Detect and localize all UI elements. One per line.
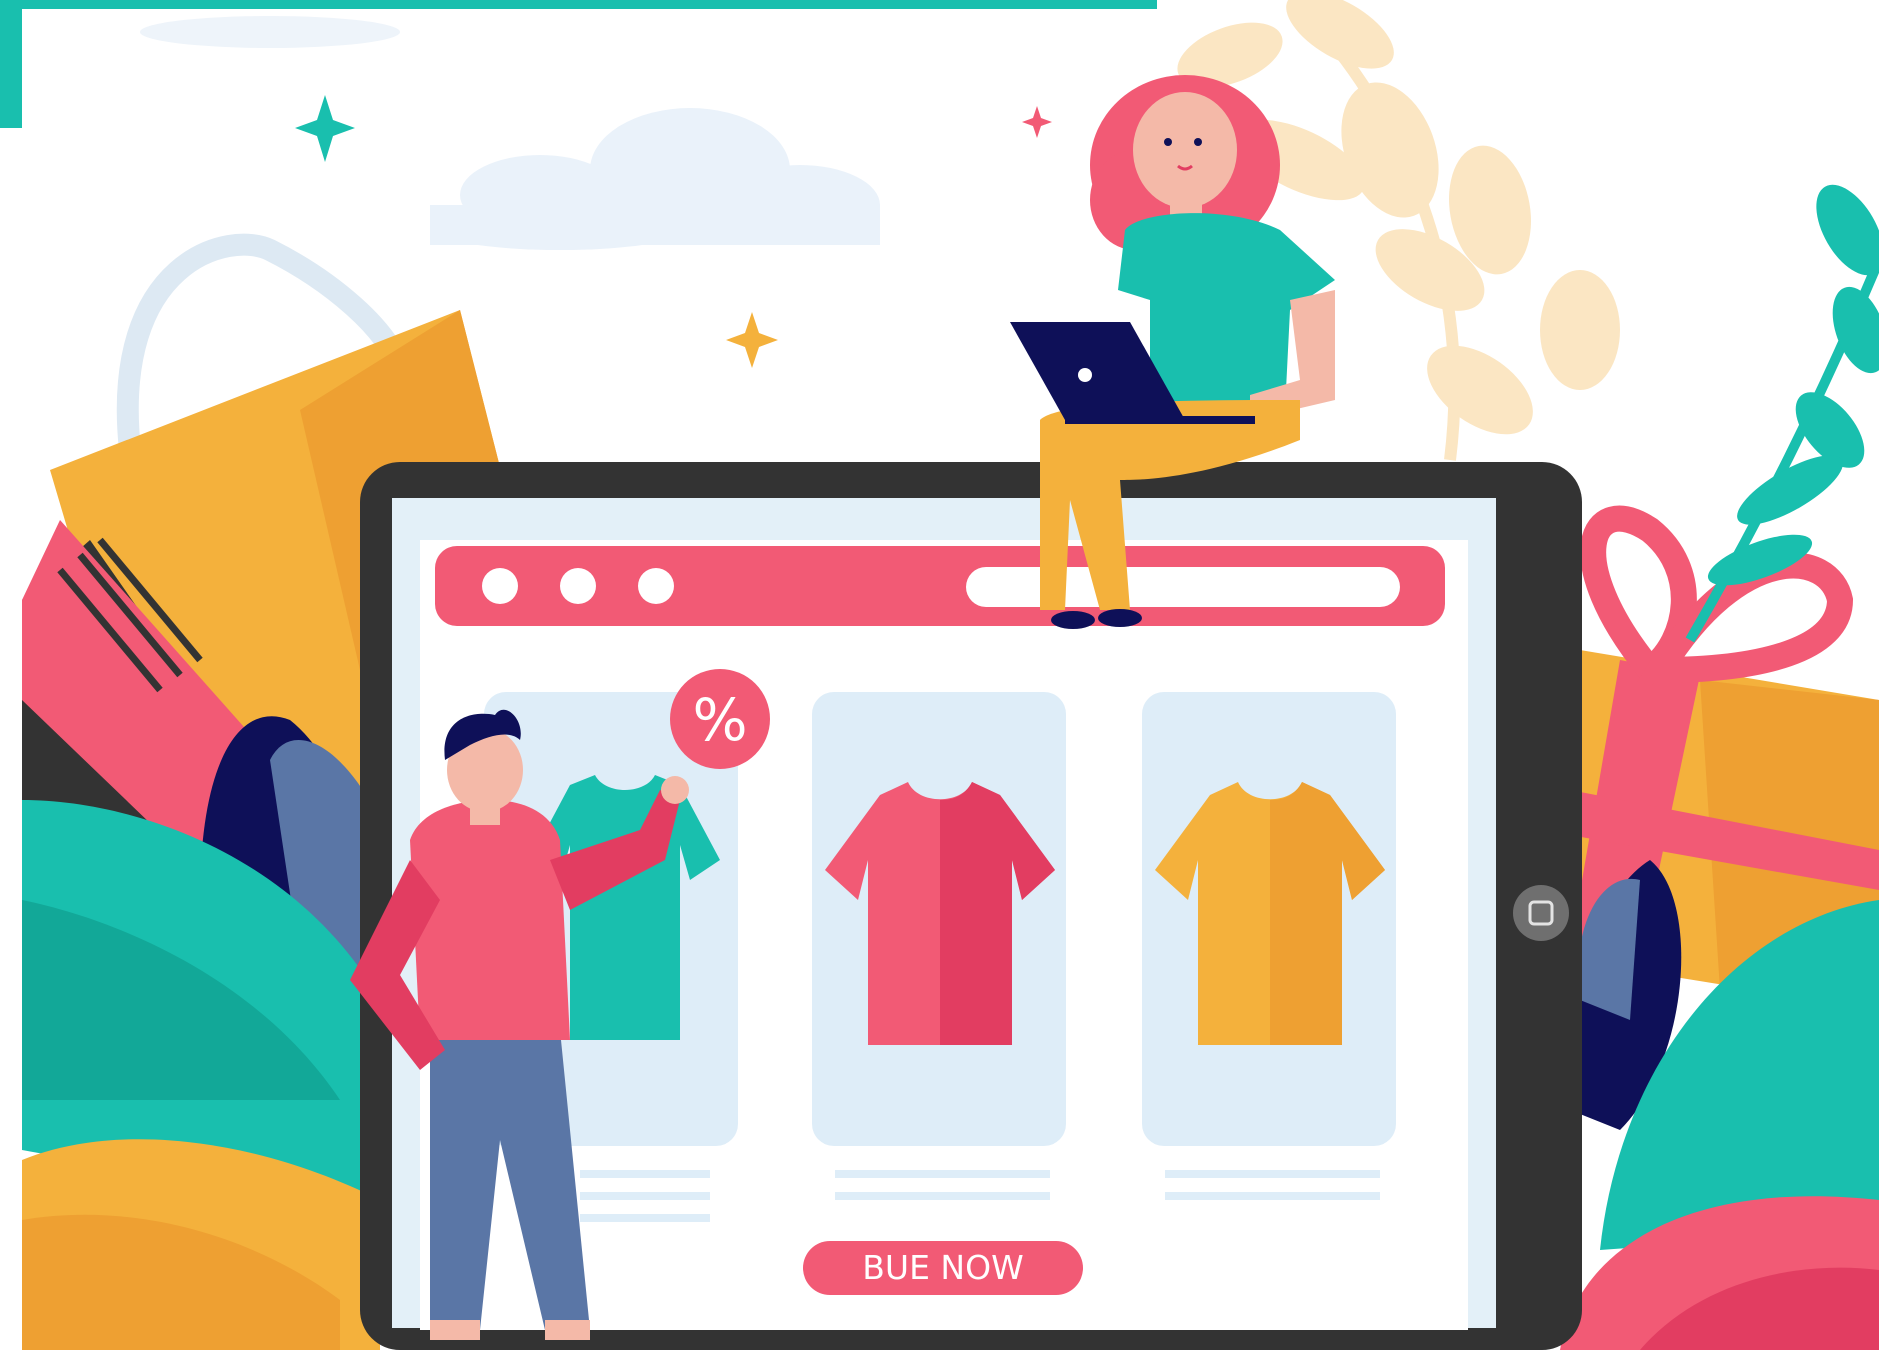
window-dot-3[interactable]	[638, 568, 674, 604]
product-card-2[interactable]	[812, 692, 1066, 1200]
product-card-3[interactable]	[1142, 692, 1396, 1200]
cloud-top	[140, 16, 400, 48]
browser-bar	[435, 546, 1445, 626]
window-dot-1[interactable]	[482, 568, 518, 604]
window-dot-2[interactable]	[560, 568, 596, 604]
home-button[interactable]	[1513, 885, 1569, 941]
shopping-illustration: % BUE NOW	[0, 0, 1879, 1350]
teal-sparkle-icon	[295, 95, 355, 162]
yellow-sparkle-icon	[726, 312, 778, 368]
buy-now-button[interactable]: BUE NOW	[803, 1241, 1083, 1295]
address-bar[interactable]	[966, 567, 1400, 607]
buy-now-label: BUE NOW	[862, 1248, 1023, 1287]
pink-sparkle-icon	[1022, 106, 1052, 138]
teal-corner-bar-top	[0, 0, 1157, 9]
cloud-middle	[430, 108, 880, 250]
discount-symbol: %	[692, 686, 747, 754]
discount-badge: %	[670, 669, 770, 769]
teal-corner-bar-left	[0, 0, 22, 128]
